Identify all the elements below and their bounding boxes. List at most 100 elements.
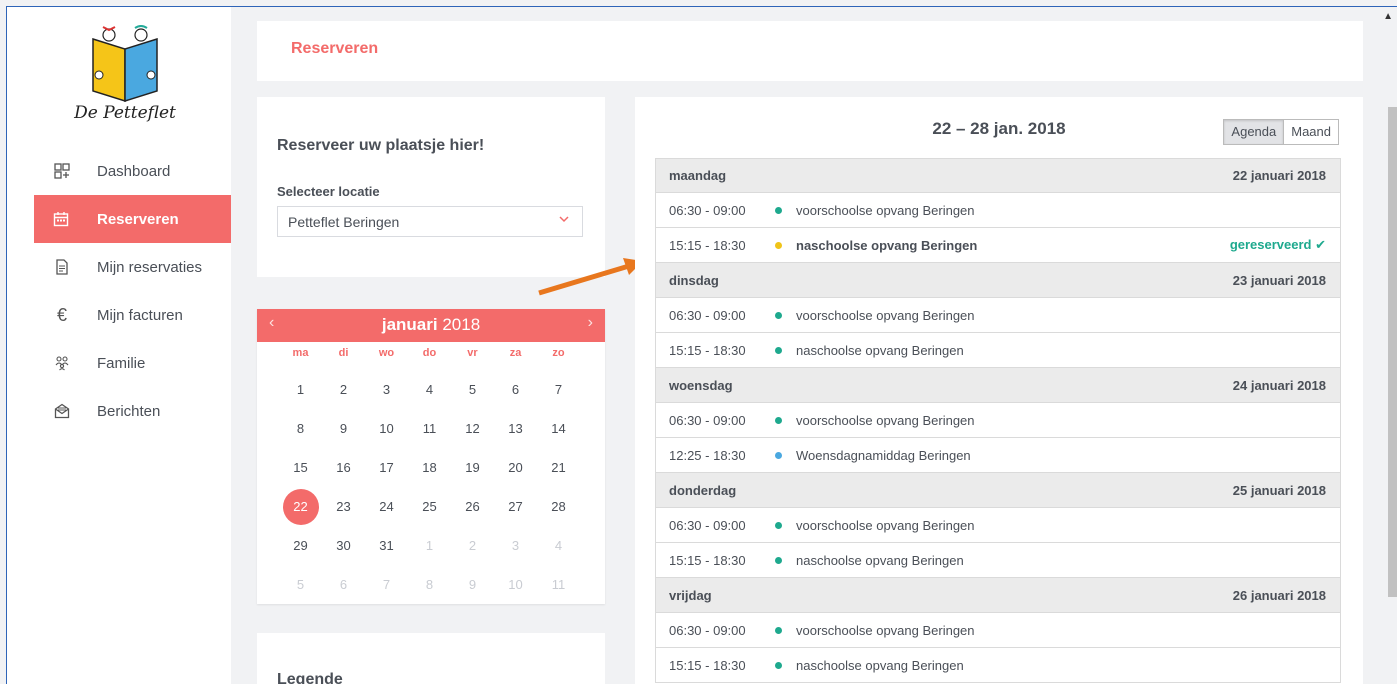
location-select[interactable]: Petteflet Beringen bbox=[277, 206, 583, 237]
calendar-day[interactable]: 8 bbox=[279, 409, 322, 448]
calendar-day[interactable]: 6 bbox=[494, 370, 537, 409]
calendar-day-number: 10 bbox=[508, 577, 523, 592]
agenda-day-header: woensdag 24 januari 2018 bbox=[655, 368, 1341, 403]
calendar-day[interactable]: 3 bbox=[494, 526, 537, 565]
app-logo[interactable]: De Petteflet bbox=[65, 21, 185, 133]
agenda-event-row[interactable]: 15:15 - 18:30 naschoolse opvang Beringen bbox=[655, 543, 1341, 578]
event-title: voorschoolse opvang Beringen bbox=[796, 517, 975, 533]
calendar-day-number: 18 bbox=[422, 460, 437, 475]
calendar-day[interactable]: 11 bbox=[408, 409, 451, 448]
calendar-day[interactable]: 2 bbox=[322, 370, 365, 409]
calendar-day[interactable]: 3 bbox=[365, 370, 408, 409]
calendar-day[interactable]: 15 bbox=[279, 448, 322, 487]
calendar-day[interactable]: 12 bbox=[451, 409, 494, 448]
calendar-day[interactable]: 5 bbox=[279, 565, 322, 604]
sidebar-item-mijn-reservaties[interactable]: Mijn reservaties bbox=[7, 243, 231, 291]
agenda-event-row[interactable]: 06:30 - 09:00 voorschoolse opvang Beringe… bbox=[655, 508, 1341, 543]
reservation-status-badge: gereserveerd ✔ bbox=[1229, 237, 1326, 252]
chevron-right-icon[interactable]: › bbox=[588, 314, 593, 332]
calendar-weekdays: ma di wo do vr za zo bbox=[257, 342, 605, 364]
calendar-day[interactable]: 26 bbox=[451, 487, 494, 526]
calendar-day[interactable]: 9 bbox=[451, 565, 494, 604]
event-color-dot-icon bbox=[775, 556, 782, 564]
agenda-event-row[interactable]: 15:15 - 18:30 naschoolse opvang Beringen bbox=[655, 648, 1341, 683]
calendar-day[interactable]: 13 bbox=[494, 409, 537, 448]
calendar-day[interactable]: 23 bbox=[322, 487, 365, 526]
calendar-day-number: 2 bbox=[468, 538, 477, 553]
event-time: 06:30 - 09:00 bbox=[669, 412, 746, 428]
calendar-day[interactable]: 10 bbox=[494, 565, 537, 604]
resize-corner-icon: ▲ bbox=[1383, 11, 1393, 22]
event-title: voorschoolse opvang Beringen bbox=[796, 622, 975, 638]
calendar-day[interactable]: 16 bbox=[322, 448, 365, 487]
calendar-day-number: 10 bbox=[379, 421, 394, 436]
calendar-day[interactable]: 6 bbox=[322, 565, 365, 604]
chevron-down-icon bbox=[558, 213, 570, 228]
event-title: naschoolse opvang Beringen bbox=[796, 657, 964, 673]
book-logo-icon bbox=[92, 25, 158, 103]
calendar-day[interactable]: 24 bbox=[365, 487, 408, 526]
calendar-day[interactable]: 21 bbox=[537, 448, 580, 487]
calendar-day[interactable]: 1 bbox=[279, 370, 322, 409]
sidebar-item-berichten[interactable]: Berichten bbox=[7, 387, 231, 435]
sidebar-item-mijn-facturen[interactable]: € Mijn facturen bbox=[7, 291, 231, 339]
calendar-day-number: 4 bbox=[425, 382, 434, 397]
sidebar-item-familie[interactable]: Familie bbox=[7, 339, 231, 387]
calendar-day[interactable]: 2 bbox=[451, 526, 494, 565]
agenda-event-row[interactable]: 06:30 - 09:00 voorschoolse opvang Beringe… bbox=[655, 403, 1341, 438]
calendar-day[interactable]: 10 bbox=[365, 409, 408, 448]
agenda-event-row[interactable]: 06:30 - 09:00 voorschoolse opvang Beringe… bbox=[655, 193, 1341, 228]
agenda-day-header: donderdag 25 januari 2018 bbox=[655, 473, 1341, 508]
calendar-day[interactable]: 31 bbox=[365, 526, 408, 565]
calendar-day[interactable]: 29 bbox=[279, 526, 322, 565]
sidebar-item-reserveren[interactable]: Reserveren bbox=[34, 195, 231, 243]
sidebar-item-label: Dashboard bbox=[97, 162, 171, 180]
agenda-event-row[interactable]: 15:15 - 18:30 naschoolse opvang Beringen bbox=[655, 333, 1341, 368]
event-color-dot-icon bbox=[775, 626, 782, 634]
calendar-day[interactable]: 19 bbox=[451, 448, 494, 487]
agenda-day-name: donderdag bbox=[669, 482, 737, 498]
calendar-day[interactable]: 14 bbox=[537, 409, 580, 448]
calendar-day[interactable]: 7 bbox=[537, 370, 580, 409]
calendar-day-today[interactable]: 22 bbox=[279, 487, 322, 526]
calendar-weekday: wo bbox=[378, 347, 395, 359]
calendar-day[interactable]: 18 bbox=[408, 448, 451, 487]
calendar-day[interactable]: 4 bbox=[537, 526, 580, 565]
agenda-event-row[interactable]: 06:30 - 09:00 voorschoolse opvang Beringe… bbox=[655, 298, 1341, 333]
agenda-event-row[interactable]: 12:25 - 18:30 Woensdagnamiddag Beringen bbox=[655, 438, 1341, 473]
calendar-header: ‹ januari 2018 › bbox=[257, 309, 605, 342]
calendar-day-number: 3 bbox=[511, 538, 520, 553]
agenda-view-button[interactable]: Agenda bbox=[1223, 119, 1285, 145]
calendar-day[interactable]: 7 bbox=[365, 565, 408, 604]
calendar-day[interactable]: 8 bbox=[408, 565, 451, 604]
calendar-day[interactable]: 9 bbox=[322, 409, 365, 448]
euro-icon: € bbox=[56, 304, 67, 325]
calendar-day[interactable]: 5 bbox=[451, 370, 494, 409]
calendar-day-number: 6 bbox=[339, 577, 348, 592]
agenda-event-row[interactable]: 06:30 - 09:00 voorschoolse opvang Beringe… bbox=[655, 613, 1341, 648]
calendar-day[interactable]: 11 bbox=[537, 565, 580, 604]
event-time: 15:15 - 18:30 bbox=[669, 657, 746, 673]
calendar-weekday: do bbox=[422, 347, 437, 359]
month-view-button[interactable]: Maand bbox=[1284, 119, 1339, 145]
calendar-day[interactable]: 30 bbox=[322, 526, 365, 565]
calendar-day[interactable]: 28 bbox=[537, 487, 580, 526]
event-title: voorschoolse opvang Beringen bbox=[796, 412, 975, 428]
page-scrollbar[interactable] bbox=[1388, 107, 1397, 597]
event-title: voorschoolse opvang Beringen bbox=[796, 307, 975, 323]
calendar-day[interactable]: 25 bbox=[408, 487, 451, 526]
sidebar-item-label: Reserveren bbox=[97, 210, 179, 228]
calendar-day-number: 22 bbox=[293, 499, 308, 514]
event-color-dot-icon bbox=[775, 346, 782, 354]
event-title: Woensdagnamiddag Beringen bbox=[796, 447, 971, 463]
calendar-day[interactable]: 27 bbox=[494, 487, 537, 526]
legend-card: Legende bbox=[257, 633, 605, 684]
sidebar-item-dashboard[interactable]: Dashboard bbox=[7, 147, 231, 195]
agenda-event-row[interactable]: 15:15 - 18:30 naschoolse opvang Beringen g… bbox=[655, 228, 1341, 263]
calendar-day[interactable]: 17 bbox=[365, 448, 408, 487]
calendar-day[interactable]: 4 bbox=[408, 370, 451, 409]
calendar-day-number: 30 bbox=[336, 538, 351, 553]
legend-title: Legende bbox=[277, 671, 343, 684]
calendar-day[interactable]: 1 bbox=[408, 526, 451, 565]
calendar-day[interactable]: 20 bbox=[494, 448, 537, 487]
